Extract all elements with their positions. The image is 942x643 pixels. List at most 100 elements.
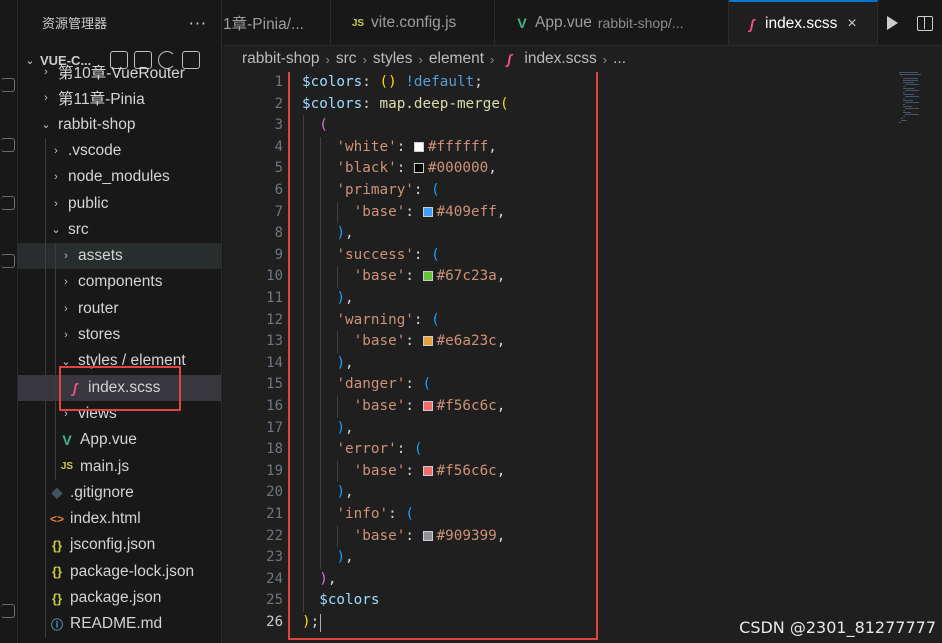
minimap-line: [901, 76, 902, 77]
minimap-line: [903, 94, 914, 95]
tree-item[interactable]: <> index.html: [18, 506, 221, 532]
tree-item[interactable]: › public: [18, 191, 221, 217]
line-number: 9: [274, 246, 283, 263]
minimap-line: [899, 72, 918, 73]
more-actions-icon[interactable]: ···: [189, 14, 207, 33]
tab-vite-config[interactable]: JS vite.config.js: [331, 0, 495, 45]
breadcrumb-item[interactable]: styles: [373, 50, 413, 68]
tree-item[interactable]: JS main.js: [18, 454, 221, 480]
js-file-icon: JS: [351, 17, 365, 29]
breadcrumb: rabbit-shop › src › styles › element › ʃ…: [223, 46, 942, 72]
chevron-right-icon[interactable]: ›: [58, 303, 74, 315]
chevron-right-icon[interactable]: ›: [48, 171, 64, 183]
split-editor-icon[interactable]: [916, 15, 933, 31]
extensions-icon[interactable]: [1, 254, 15, 268]
vue-file-icon: V: [517, 15, 527, 31]
breadcrumb-item[interactable]: src: [336, 50, 357, 68]
minimap-line: [903, 104, 905, 105]
chevron-right-icon: ›: [362, 51, 367, 67]
minimap-line: [903, 98, 905, 99]
indent-guide: [45, 137, 46, 638]
tree-item[interactable]: ⌄ rabbit-shop: [18, 112, 221, 138]
js-file-icon: JS: [60, 461, 74, 472]
tree-item[interactable]: ◆ .gitignore: [18, 480, 221, 506]
chevron-right-icon[interactable]: ›: [58, 329, 74, 341]
minimap-line: [903, 100, 913, 101]
minimap[interactable]: [899, 72, 929, 132]
tree-item-label: assets: [78, 247, 123, 265]
tree-item[interactable]: › assets: [18, 243, 221, 270]
chevron-right-icon[interactable]: ›: [38, 66, 54, 78]
source-control-icon[interactable]: [1, 138, 15, 152]
line-number: 26: [266, 614, 283, 630]
minimap-line: [905, 96, 920, 97]
line-number: 19: [266, 462, 283, 479]
run-icon[interactable]: [887, 16, 899, 30]
line-number: 8: [274, 225, 283, 242]
chevron-right-icon[interactable]: ›: [38, 92, 54, 104]
minimap-line: [899, 74, 921, 75]
tree-item[interactable]: › components: [18, 269, 221, 295]
tree-item-label: 第10章-VueRouter: [58, 65, 185, 82]
chevron-right-icon: ›: [602, 51, 608, 67]
breadcrumb-item[interactable]: element: [429, 50, 484, 68]
tab-pinia[interactable]: 1章-Pinia/...: [223, 0, 331, 45]
indent-guide: [337, 201, 338, 224]
tree-item[interactable]: ⓘ README.md: [18, 611, 221, 637]
tree-item[interactable]: {} package.json: [18, 585, 221, 611]
chevron-right-icon[interactable]: ›: [48, 198, 64, 210]
tree-item[interactable]: V App.vue: [18, 427, 221, 453]
line-number: 21: [266, 506, 283, 522]
tree-item-label: index.html: [70, 510, 141, 528]
explorer-sidebar: 资源管理器 ··· ⌄ VUE-C... › 第10章-VueRouter › 第11…: [18, 0, 222, 643]
run-debug-icon[interactable]: [1, 196, 15, 210]
breadcrumb-item[interactable]: index.scss: [524, 50, 596, 68]
chevron-down-icon[interactable]: ⌄: [48, 223, 64, 236]
line-number: 5: [274, 160, 283, 177]
git-file-icon: ◆: [51, 484, 63, 501]
minimap-line: [901, 118, 903, 119]
tree-item[interactable]: ⌄ src: [18, 217, 221, 243]
line-number: 14: [266, 354, 283, 371]
tab-label: index.scss: [765, 15, 838, 32]
search-icon[interactable]: [1, 78, 15, 92]
vue-file-icon: V: [62, 432, 72, 449]
json-file-icon: {}: [51, 590, 63, 606]
minimap-line: [903, 92, 905, 93]
tab-path: rabbit-shop/...: [597, 15, 684, 31]
chevron-right-icon[interactable]: ›: [58, 250, 74, 262]
tree-item[interactable]: {} jsconfig.json: [18, 532, 221, 558]
chevron-right-icon[interactable]: ›: [48, 145, 64, 157]
tree-item[interactable]: › 第10章-VueRouter: [18, 59, 221, 85]
tree-item[interactable]: › .vscode: [18, 138, 221, 164]
account-icon[interactable]: [1, 604, 15, 618]
minimap-line: [903, 112, 912, 113]
tree-item[interactable]: › stores: [18, 322, 221, 348]
json-file-icon: {}: [51, 537, 63, 553]
tree-item[interactable]: {} package-lock.json: [18, 559, 221, 585]
minimap-line: [905, 102, 920, 103]
tree-item-label: .vscode: [68, 141, 122, 159]
line-number: 23: [266, 549, 283, 566]
indent-guide: [320, 136, 321, 569]
tree-item-label: 第11章-Pinia: [58, 91, 145, 109]
minimap-line: [905, 114, 920, 115]
chevron-right-icon: ›: [325, 51, 330, 67]
line-number: 17: [266, 419, 283, 436]
chevron-right-icon[interactable]: ›: [58, 276, 74, 288]
chevron-down-icon[interactable]: ⌄: [38, 118, 54, 131]
breadcrumb-item[interactable]: rabbit-shop: [242, 50, 320, 68]
minimap-line: [903, 80, 919, 81]
close-icon[interactable]: ×: [847, 15, 856, 33]
tab-app-vue[interactable]: V App.vue rabbit-shop/...: [495, 0, 729, 45]
chevron-right-icon: ›: [418, 51, 423, 67]
tab-index-scss[interactable]: ʃ index.scss ×: [729, 0, 878, 45]
tree-item[interactable]: › router: [18, 296, 221, 322]
tree-item[interactable]: › 第11章-Pinia: [18, 85, 221, 111]
breadcrumb-item[interactable]: ...: [613, 50, 626, 68]
code-editor[interactable]: 1 2 3 4 5 6 7 8 9 10 11 12 13 14 15 16 17 18 19 20 21 22 23 24 2…: [223, 72, 942, 643]
tab-label: 1章-Pinia/...: [223, 16, 304, 33]
indent-guide: [337, 525, 338, 548]
tree-item[interactable]: › node_modules: [18, 164, 221, 190]
watermark: CSDN @2301_81277777: [739, 618, 936, 637]
